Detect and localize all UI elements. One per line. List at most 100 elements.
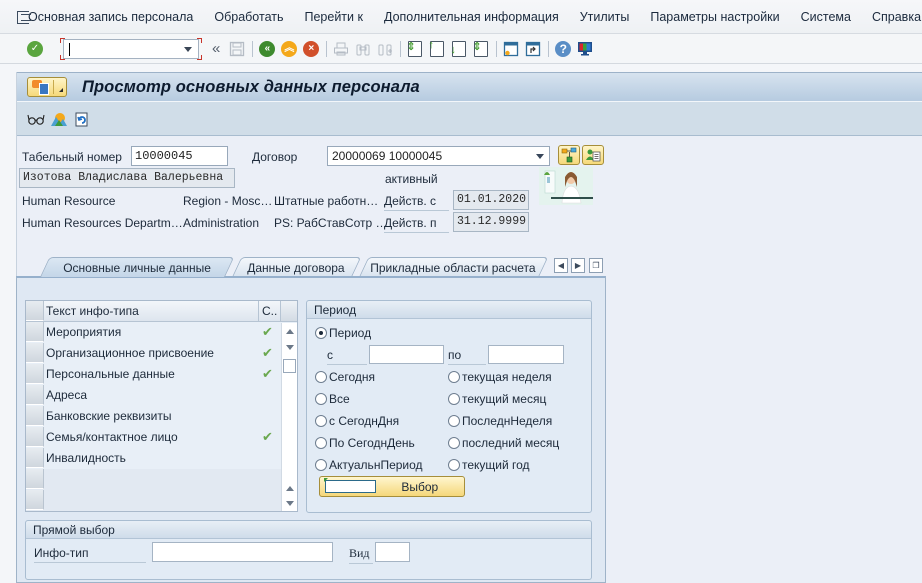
menu-settings[interactable]: Параметры настройки (650, 10, 779, 24)
row-selector[interactable] (26, 448, 44, 468)
find-next-icon[interactable] (376, 40, 394, 58)
menu-edit[interactable]: Обработать (214, 10, 283, 24)
new-session-icon[interactable] (502, 40, 520, 58)
tab-payroll-areas[interactable]: Прикладные области расчета (359, 257, 549, 277)
menu-personnel-record[interactable]: Основная запись персонала (28, 10, 193, 24)
standard-toolbar: ✓ « « ︽ × ⇕ ↑ ↓ ⇕ ? (0, 34, 922, 64)
table-row[interactable]: Организационное присвоение ✔ (26, 343, 297, 364)
radio-selected-icon[interactable] (315, 327, 327, 339)
period-to-field[interactable] (488, 345, 564, 364)
next-page-icon[interactable]: ↓ (450, 40, 468, 58)
table-row[interactable]: Адреса (26, 385, 297, 406)
org-unit-short: Human Resource (22, 194, 116, 208)
row-selector[interactable] (26, 469, 44, 489)
system-menu-button[interactable] (27, 77, 67, 97)
previous-page-icon[interactable]: ↑ (428, 39, 446, 58)
table-row[interactable]: Банковские реквизиты (26, 406, 297, 427)
row-selector[interactable] (26, 406, 44, 426)
infotype-field[interactable] (152, 542, 333, 562)
radio-current-week[interactable]: текущая неделя (448, 370, 552, 384)
chevron-down-icon[interactable] (184, 46, 192, 52)
table-row[interactable]: Инвалидность (26, 448, 297, 469)
infotype-table: Текст инфо-типа С.. Мероприятия ✔ Органи… (25, 300, 298, 512)
employee-details-button[interactable] (582, 145, 604, 165)
org-unit: Human Resources Departm… (22, 216, 183, 230)
table-row[interactable]: Семья/контактное лицо ✔ (26, 427, 297, 448)
menu-utilities[interactable]: Утилиты (580, 10, 630, 24)
check-icon: ✔ (262, 345, 273, 360)
row-selector[interactable] (26, 343, 44, 363)
save-icon[interactable] (228, 40, 246, 58)
radio-last-week[interactable]: ПоследнНеделя (448, 414, 552, 428)
contract-label: Договор (252, 150, 298, 164)
menu-system[interactable]: Система (801, 10, 851, 24)
overview-icon[interactable] (50, 110, 68, 128)
tab-scroll-right-icon[interactable]: ▶ (571, 258, 585, 273)
row-selector[interactable] (26, 385, 44, 405)
collapse-chevron-icon[interactable]: « (212, 40, 220, 57)
radio-current-year[interactable]: текущий год (448, 458, 530, 472)
tab-scroll-left-icon[interactable]: ◀ (554, 258, 568, 273)
radio-last-month[interactable]: последний месяц (448, 436, 559, 450)
radio-current-month[interactable]: текущий месяц (448, 392, 546, 406)
period-from-field[interactable] (369, 345, 444, 364)
last-page-icon[interactable]: ⇕ (472, 40, 490, 58)
chevron-down-icon[interactable] (536, 154, 544, 159)
subtype-field[interactable] (375, 542, 410, 562)
find-icon[interactable] (354, 40, 372, 58)
radio-to-today[interactable]: По СегоднДень (315, 436, 415, 450)
scroll-up-icon[interactable] (286, 329, 294, 334)
menu-extras[interactable]: Дополнительная информация (384, 10, 559, 24)
shortcut-icon[interactable] (524, 40, 542, 58)
tab-list-icon[interactable]: ❐ (589, 258, 603, 273)
column-header-infotype-text[interactable]: Текст инфо-типа (46, 304, 139, 318)
row-selector[interactable] (26, 364, 44, 384)
employee-name: Изотова Владислава Валерьевна (19, 168, 235, 188)
dropdown-triangle-icon (59, 88, 63, 92)
select-all-button[interactable] (26, 301, 44, 321)
tab-contract-data[interactable]: Данные договора (232, 257, 362, 277)
back-icon[interactable]: « (258, 40, 276, 58)
row-selector[interactable] (26, 322, 44, 342)
radio-from-today[interactable]: с СегоднДня (315, 414, 399, 428)
row-selector[interactable] (26, 427, 44, 447)
print-icon[interactable] (332, 40, 350, 58)
scroll-down-icon[interactable] (286, 501, 294, 506)
contract-select[interactable]: 20000069 10000045 (327, 146, 550, 166)
exit-icon[interactable]: ︽ (280, 40, 298, 58)
first-page-icon[interactable]: ⇕ (406, 40, 424, 58)
display-icon[interactable] (27, 110, 45, 128)
scroll-page-down-icon[interactable] (286, 345, 294, 350)
table-row-empty (26, 469, 297, 490)
vertical-scrollbar[interactable] (281, 323, 297, 511)
change-view-icon[interactable] (73, 110, 91, 128)
customize-layout-icon[interactable] (576, 40, 594, 58)
radio-current-period[interactable]: АктуальнПериод (315, 458, 423, 472)
column-header-status[interactable]: С.. (262, 304, 277, 318)
help-icon[interactable]: ? (554, 40, 572, 58)
menu-goto[interactable]: Перейти к (304, 10, 362, 24)
enter-icon[interactable]: ✓ (26, 40, 44, 58)
application-toolbar (17, 102, 922, 136)
tab-basic-personal-data[interactable]: Основные личные данные (40, 257, 235, 277)
choose-icon (324, 478, 376, 493)
personnel-area: Region - Mosc… (183, 194, 273, 208)
row-selector[interactable] (26, 490, 44, 510)
scroll-page-up-icon[interactable] (286, 486, 294, 491)
menu-help[interactable]: Справка (872, 10, 921, 24)
cancel-icon[interactable]: × (302, 40, 320, 58)
org-structure-button[interactable] (558, 145, 580, 165)
table-row[interactable]: Персональные данные ✔ (26, 364, 297, 385)
radio-all[interactable]: Все (315, 392, 350, 406)
command-input[interactable] (63, 38, 199, 59)
command-field[interactable] (60, 37, 202, 60)
tab-strip: Основные личные данные Данные договора П… (16, 257, 606, 277)
choose-button[interactable]: Выбор (319, 476, 465, 497)
radio-period[interactable]: Период (315, 326, 371, 340)
scrollbar-thumb[interactable] (283, 359, 296, 373)
personnel-number-field[interactable]: 10000045 (131, 146, 228, 166)
menu-bar: Основная запись персонала Обработать Пер… (0, 0, 922, 34)
radio-today[interactable]: Сегодня (315, 370, 375, 384)
table-settings-button[interactable] (280, 301, 297, 321)
table-row[interactable]: Мероприятия ✔ (26, 322, 297, 343)
